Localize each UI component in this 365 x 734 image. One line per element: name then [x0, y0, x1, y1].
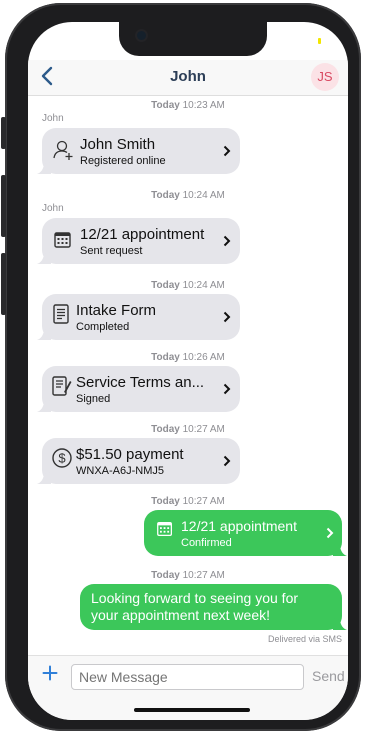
card-subtitle: Confirmed: [181, 537, 232, 549]
card-subtitle: WNXA-A6J-NMJ5: [76, 465, 165, 477]
phone-frame: John JS Today 10:23 AM John John Smith R…: [1, 3, 361, 731]
conversation-header: John JS: [28, 60, 348, 96]
chevron-right-icon: [223, 235, 231, 247]
bubble-tail: [333, 544, 347, 556]
timestamp: Today 10:27 AM: [151, 570, 225, 581]
bubble-tail: [37, 162, 51, 174]
chevron-right-icon: [223, 311, 231, 323]
svg-text:$: $: [58, 451, 66, 466]
chevron-right-icon: [223, 383, 231, 395]
timestamp: Today 10:24 AM: [151, 280, 225, 291]
home-indicator: [134, 708, 250, 712]
message-list[interactable]: Today 10:23 AM John John Smith Registere…: [28, 96, 348, 656]
card-subtitle: Registered online: [80, 155, 166, 167]
card-title: John Smith: [80, 136, 156, 153]
signed-document-icon: [52, 376, 72, 396]
bubble-tail: [37, 400, 51, 412]
send-button[interactable]: Send: [312, 668, 345, 684]
calendar-icon: [157, 522, 172, 536]
screen: John JS Today 10:23 AM John John Smith R…: [28, 22, 348, 720]
card-title: 12/21 appointment: [80, 226, 205, 243]
sender-name: John: [42, 203, 64, 214]
payment-card[interactable]: $ $51.50 payment WNXA-A6J-NMJ5: [37, 438, 240, 484]
message-input[interactable]: [71, 664, 304, 690]
calendar-icon: [54, 232, 71, 248]
camera-icon: [137, 31, 146, 40]
card-subtitle: Sent request: [80, 245, 143, 257]
mute-switch: [1, 117, 6, 149]
status-indicator: [318, 38, 321, 44]
add-user-icon: [53, 140, 73, 160]
chevron-right-icon: [223, 145, 231, 157]
bubble-tail: [37, 472, 51, 484]
dollar-icon: $: [52, 448, 72, 468]
volume-up-button: [1, 175, 6, 237]
chevron-right-icon: [326, 527, 334, 539]
card-subtitle: Signed: [76, 393, 111, 405]
card-subtitle: Completed: [76, 321, 130, 333]
timestamp: Today 10:27 AM: [151, 496, 225, 507]
appointment-request-card[interactable]: 12/21 appointment Sent request: [37, 218, 240, 264]
text-message[interactable]: Looking forward to seeing you for your a…: [80, 584, 347, 630]
timestamp: Today 10:27 AM: [151, 424, 225, 435]
form-icon: [53, 304, 69, 324]
card-title: $51.50 payment: [76, 446, 184, 463]
registration-card[interactable]: John Smith Registered online: [37, 128, 240, 174]
service-terms-card[interactable]: Service Terms an... Signed: [37, 366, 240, 412]
add-attachment-icon[interactable]: [42, 665, 58, 681]
sender-name: John: [42, 113, 64, 124]
contact-name: John: [170, 68, 206, 85]
bubble-tail: [37, 328, 51, 340]
delivery-status: Delivered via SMS: [267, 634, 342, 644]
timestamp: Today 10:23 AM: [151, 100, 225, 111]
card-title: Intake Form: [76, 302, 157, 319]
volume-down-button: [1, 253, 6, 315]
appointment-confirmed-card[interactable]: 12/21 appointment Confirmed: [144, 510, 347, 556]
avatar[interactable]: JS: [311, 63, 339, 91]
message-text: Looking forward to seeing you for your a…: [91, 590, 299, 623]
chevron-right-icon: [223, 455, 231, 467]
card-title: Service Terms an...: [76, 374, 205, 391]
card-title: 12/21 appointment: [181, 518, 297, 534]
timestamp: Today 10:26 AM: [151, 352, 225, 363]
timestamp: Today 10:24 AM: [151, 190, 225, 201]
bubble-tail: [333, 618, 347, 630]
bubble-tail: [37, 252, 51, 264]
composer: Send: [28, 655, 348, 720]
notch: [119, 22, 267, 56]
intake-form-card[interactable]: Intake Form Completed: [37, 294, 240, 340]
